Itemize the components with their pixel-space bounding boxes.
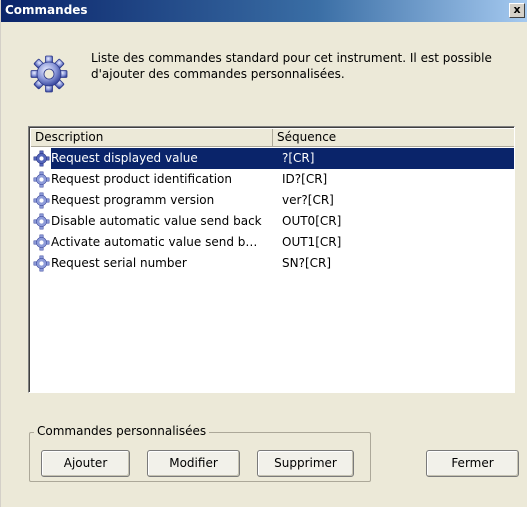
list-item[interactable]: Request programm version ver?[CR] bbox=[31, 190, 514, 211]
row-sequence: OUT0[CR] bbox=[282, 214, 342, 228]
info-text: Liste des commandes standard pour cet in… bbox=[91, 50, 511, 82]
list-rows: Request displayed value ?[CR] Request pr… bbox=[31, 148, 514, 274]
row-description: Disable automatic value send back bbox=[51, 214, 262, 228]
row-sequence: ID?[CR] bbox=[282, 172, 328, 186]
list-item[interactable]: Activate automatic value send b… OUT1[CR… bbox=[31, 232, 514, 253]
row-description: Request displayed value bbox=[51, 151, 198, 165]
row-sequence: ?[CR] bbox=[282, 151, 315, 165]
row-sequence: OUT1[CR] bbox=[282, 235, 342, 249]
column-header-sequence[interactable]: Séquence bbox=[273, 129, 514, 147]
list-item[interactable]: Request serial number SN?[CR] bbox=[31, 253, 514, 274]
commands-list[interactable]: Description Séquence Request displayed v… bbox=[28, 126, 515, 393]
info-text-line-2: d'ajouter des commandes personnalisées. bbox=[91, 67, 345, 81]
close-window-button[interactable]: x bbox=[509, 3, 525, 18]
close-button[interactable]: Fermer bbox=[426, 450, 519, 477]
info-text-line-1: Liste des commandes standard pour cet in… bbox=[91, 51, 492, 65]
row-description: Request serial number bbox=[51, 256, 187, 270]
list-item[interactable]: Request product identification ID?[CR] bbox=[31, 169, 514, 190]
title-bar[interactable]: Commandes x bbox=[1, 0, 527, 22]
list-header: Description Séquence bbox=[31, 129, 514, 147]
custom-commands-group-label: Commandes personnalisées bbox=[34, 424, 210, 438]
add-button[interactable]: Ajouter bbox=[41, 450, 130, 477]
list-item[interactable]: Request displayed value ?[CR] bbox=[31, 148, 514, 169]
edit-button[interactable]: Modifier bbox=[147, 450, 240, 477]
gear-icon bbox=[30, 55, 68, 93]
row-sequence: SN?[CR] bbox=[282, 256, 332, 270]
column-header-description[interactable]: Description bbox=[31, 129, 273, 147]
list-item[interactable]: Disable automatic value send back OUT0[C… bbox=[31, 211, 514, 232]
row-description: Activate automatic value send b… bbox=[51, 235, 258, 249]
row-description: Request programm version bbox=[51, 193, 215, 207]
delete-button[interactable]: Supprimer bbox=[257, 450, 354, 477]
commandes-dialog: Commandes x Liste des commandes standard… bbox=[0, 0, 527, 507]
row-description: Request product identification bbox=[51, 172, 233, 186]
window-title: Commandes bbox=[5, 3, 88, 17]
row-sequence: ver?[CR] bbox=[282, 193, 334, 207]
